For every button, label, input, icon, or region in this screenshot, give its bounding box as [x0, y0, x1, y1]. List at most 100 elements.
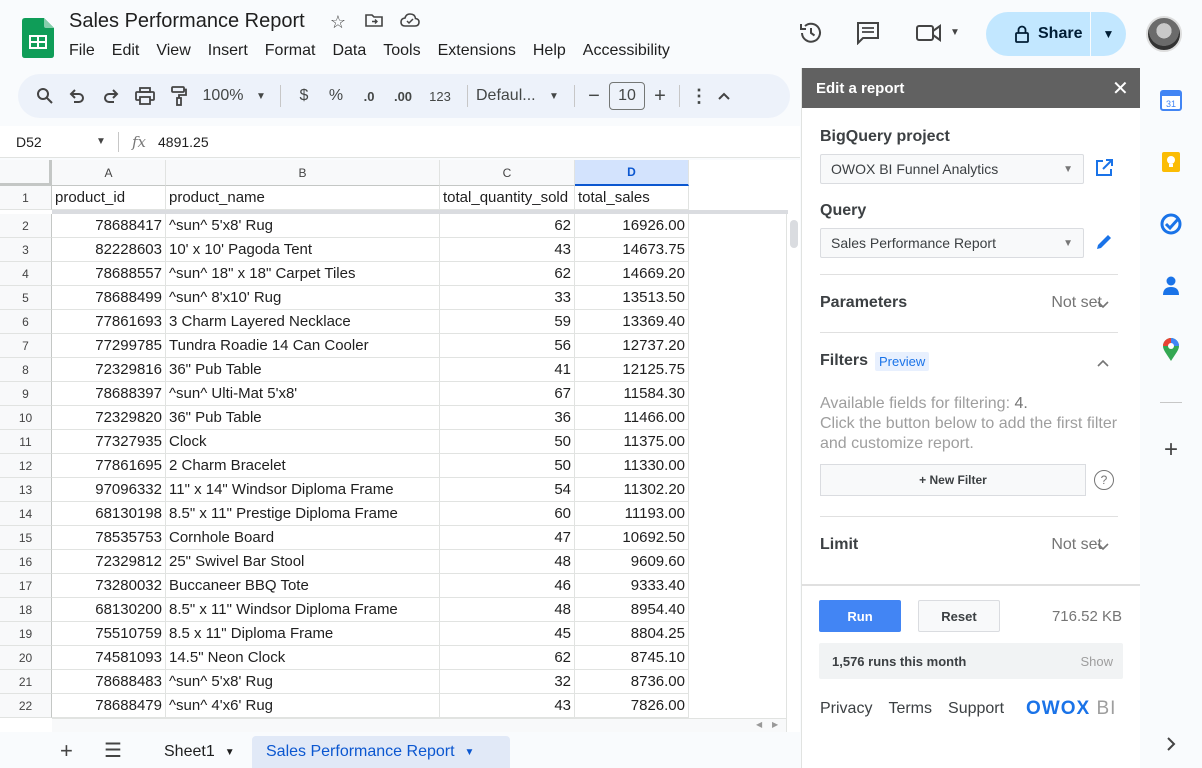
- header-cell-product-name[interactable]: product_name: [166, 186, 440, 210]
- meet-dropdown-icon[interactable]: ▼: [950, 27, 960, 38]
- cell-product-id[interactable]: 78688397: [52, 382, 166, 406]
- menu-accessibility[interactable]: Accessibility: [583, 42, 679, 60]
- cell-product-name[interactable]: 36" Pub Table: [166, 406, 440, 430]
- menu-edit[interactable]: Edit: [112, 42, 149, 60]
- chevron-down-icon[interactable]: [1097, 540, 1109, 554]
- cell-product-name[interactable]: Clock: [166, 430, 440, 454]
- cell-product-id[interactable]: 77299785: [52, 334, 166, 358]
- cell-product-name[interactable]: ^sun^ 18" x 18" Carpet Tiles: [166, 262, 440, 286]
- cell-total-sales[interactable]: 8736.00: [575, 670, 689, 694]
- cell-product-id[interactable]: 78688417: [52, 214, 166, 238]
- sheet-tab-sales-performance-report[interactable]: Sales Performance Report ▼: [252, 736, 510, 768]
- chevron-up-icon[interactable]: [1097, 356, 1109, 370]
- horizontal-scrollbar[interactable]: ◀ ▶: [52, 718, 786, 732]
- cell-total-sales[interactable]: 14673.75: [575, 238, 689, 262]
- column-header-b[interactable]: B: [166, 160, 440, 186]
- cell-product-name[interactable]: 14.5" Neon Clock: [166, 646, 440, 670]
- cell-product-name[interactable]: ^sun^ 5'x8' Rug: [166, 214, 440, 238]
- cell-total-sales[interactable]: 12737.20: [575, 334, 689, 358]
- contacts-icon[interactable]: [1159, 274, 1183, 298]
- share-main[interactable]: Share: [986, 12, 1090, 56]
- cell-total-quantity-sold[interactable]: 46: [440, 574, 575, 598]
- share-dropdown-icon[interactable]: ▼: [1091, 27, 1126, 41]
- cell-total-sales[interactable]: 11584.30: [575, 382, 689, 406]
- bigquery-project-select[interactable]: OWOX BI Funnel Analytics ▼: [820, 154, 1084, 184]
- row-header[interactable]: 4: [0, 262, 52, 286]
- spreadsheet-grid[interactable]: A B C D 1 product_id product_name total_…: [0, 160, 800, 732]
- redo-icon[interactable]: [94, 81, 128, 111]
- decrease-decimal-button[interactable]: .0: [353, 81, 385, 111]
- increase-decimal-button[interactable]: .00: [385, 81, 421, 111]
- sheets-logo-icon[interactable]: [22, 18, 54, 58]
- cell-product-id[interactable]: 78688557: [52, 262, 166, 286]
- cell-product-id[interactable]: 72329820: [52, 406, 166, 430]
- row-header[interactable]: 5: [0, 286, 52, 310]
- cell-total-sales[interactable]: 11302.20: [575, 478, 689, 502]
- cell-total-quantity-sold[interactable]: 67: [440, 382, 575, 406]
- cell-total-quantity-sold[interactable]: 47: [440, 526, 575, 550]
- menu-tools[interactable]: Tools: [383, 42, 429, 60]
- cloud-status-icon[interactable]: [399, 12, 421, 33]
- show-runs-link[interactable]: Show: [1080, 654, 1113, 669]
- percent-format-button[interactable]: %: [319, 81, 353, 111]
- more-formats-button[interactable]: 123: [421, 81, 459, 111]
- header-cell-total-sales[interactable]: total_sales: [575, 186, 689, 210]
- comments-icon[interactable]: [855, 21, 881, 45]
- menu-help[interactable]: Help: [533, 42, 575, 60]
- limit-value[interactable]: Not set: [1051, 536, 1102, 554]
- cell-product-name[interactable]: Tundra Roadie 14 Can Cooler: [166, 334, 440, 358]
- cell-total-sales[interactable]: 9333.40: [575, 574, 689, 598]
- new-filter-button[interactable]: + New Filter: [820, 464, 1086, 496]
- cell-product-id[interactable]: 68130198: [52, 502, 166, 526]
- vertical-scrollbar[interactable]: [786, 214, 800, 732]
- open-external-icon[interactable]: [1094, 158, 1114, 178]
- row-header[interactable]: 10: [0, 406, 52, 430]
- font-dropdown-icon[interactable]: ▼: [542, 81, 566, 111]
- font-size-increase-button[interactable]: +: [649, 81, 671, 111]
- row-header[interactable]: 22: [0, 694, 52, 718]
- paint-format-icon[interactable]: [162, 81, 196, 111]
- maps-icon[interactable]: [1159, 338, 1183, 362]
- edit-pencil-icon[interactable]: [1094, 232, 1114, 252]
- cell-product-name[interactable]: ^sun^ 5'x8' Rug: [166, 670, 440, 694]
- cell-product-name[interactable]: ^sun^ 4'x6' Rug: [166, 694, 440, 718]
- row-header[interactable]: 6: [0, 310, 52, 334]
- cell-product-name[interactable]: 25" Swivel Bar Stool: [166, 550, 440, 574]
- cell-total-quantity-sold[interactable]: 32: [440, 670, 575, 694]
- cell-product-id[interactable]: 77327935: [52, 430, 166, 454]
- cell-product-id[interactable]: 73280032: [52, 574, 166, 598]
- cell-product-name[interactable]: 2 Charm Bracelet: [166, 454, 440, 478]
- cell-total-quantity-sold[interactable]: 62: [440, 646, 575, 670]
- cell-product-id[interactable]: 78688479: [52, 694, 166, 718]
- column-header-c[interactable]: C: [440, 160, 575, 186]
- font-size-decrease-button[interactable]: −: [583, 81, 605, 111]
- row-header[interactable]: 12: [0, 454, 52, 478]
- cell-product-id[interactable]: 68130200: [52, 598, 166, 622]
- cell-product-id[interactable]: 97096332: [52, 478, 166, 502]
- header-cell-product-id[interactable]: product_id: [52, 186, 166, 210]
- menu-format[interactable]: Format: [265, 42, 325, 60]
- cell-total-quantity-sold[interactable]: 59: [440, 310, 575, 334]
- row-header[interactable]: 18: [0, 598, 52, 622]
- cell-total-quantity-sold[interactable]: 56: [440, 334, 575, 358]
- font-select[interactable]: Defaul...: [476, 81, 542, 111]
- run-button[interactable]: Run: [819, 600, 901, 632]
- row-header[interactable]: 2: [0, 214, 52, 238]
- cell-product-name[interactable]: ^sun^ Ulti-Mat 5'x8': [166, 382, 440, 406]
- sheet-tab-sheet1[interactable]: Sheet1 ▼: [150, 736, 249, 768]
- query-select[interactable]: Sales Performance Report ▼: [820, 228, 1084, 258]
- calendar-icon[interactable]: 31: [1159, 88, 1183, 112]
- tasks-icon[interactable]: [1159, 212, 1183, 236]
- formula-input[interactable]: 4891.25: [158, 134, 209, 150]
- cell-total-sales[interactable]: 8804.25: [575, 622, 689, 646]
- cell-product-name[interactable]: 8.5" x 11" Prestige Diploma Frame: [166, 502, 440, 526]
- cell-total-sales[interactable]: 16926.00: [575, 214, 689, 238]
- menu-file[interactable]: File: [69, 42, 104, 60]
- cell-total-sales[interactable]: 12125.75: [575, 358, 689, 382]
- support-link[interactable]: Support: [948, 700, 1004, 718]
- cell-total-sales[interactable]: 13369.40: [575, 310, 689, 334]
- owox-bi-logo[interactable]: OWOX BI: [1026, 698, 1116, 720]
- add-sheet-button[interactable]: +: [60, 738, 73, 764]
- privacy-link[interactable]: Privacy: [820, 700, 872, 718]
- print-icon[interactable]: [128, 81, 162, 111]
